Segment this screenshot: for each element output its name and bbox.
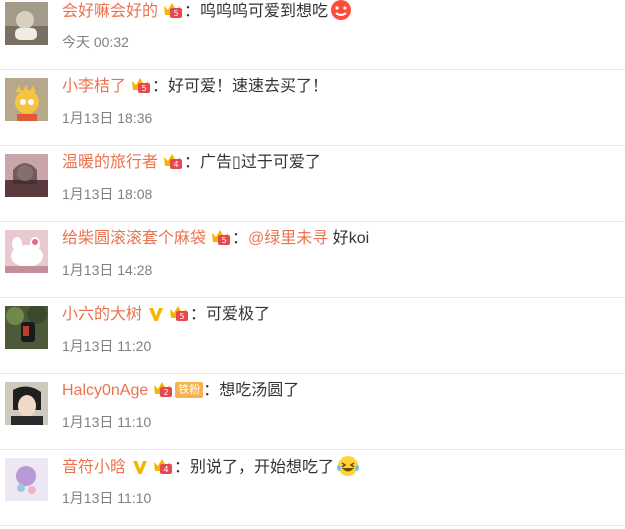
timestamp: 1月13日 18:36 [62,110,153,126]
comment-item: 会好嘛会好的 5 ：呜呜呜可爱到想吃 今天 00:32 [0,0,625,70]
comment-text: 别说了，开始想吃了 [190,459,335,476]
username[interactable]: 会好嘛会好的 [62,3,158,20]
verified-v-icon [132,459,148,483]
crown-badge-icon: 5 [162,0,184,28]
verified-v-icon [148,306,164,330]
comment-text: 好koi [328,230,370,247]
comment-text: 可爱极了 [206,306,271,323]
colon: ： [184,3,201,20]
svg-text:2: 2 [164,388,169,397]
colon: ： [190,306,207,323]
fan-badge: 铁粉 [175,382,204,398]
username[interactable]: 音符小晗 [62,459,126,476]
timestamp: 1月13日 11:10 [62,490,152,506]
comment-item: 温暖的旅行者 4 ：广告▯过于可爱了 1月13日 18:08 [0,146,625,222]
comment-item: 给柴圆滚滚套个麻袋 5 ：@绿里未寻 好koi 1月13日 14:28 [0,222,625,298]
username[interactable]: Halcy0nAge [62,382,148,399]
svg-text:5: 5 [173,9,178,18]
svg-text:4: 4 [173,160,178,169]
comment-text: 广告▯过于可爱了 [200,154,321,171]
crown-badge-icon: 5 [130,75,152,103]
colon: ： [184,154,201,171]
timestamp: 1月13日 18:08 [62,186,153,202]
comment-item: 小李桔了 5 ：好可爱！速速去买了！ 1月13日 18:36 [0,70,625,146]
comment-text: 好可爱！速速去买了！ [168,78,329,95]
username[interactable]: 给柴圆滚滚套个麻袋 [62,230,206,247]
comment-text: 想吃汤圆了 [219,382,300,399]
timestamp: 1月13日 11:10 [62,414,152,430]
timestamp: 今天 00:32 [62,34,129,50]
svg-text:5: 5 [221,236,226,245]
crown-badge-icon: 4 [162,151,184,179]
crown-badge-icon: 4 [152,456,174,484]
svg-text:5: 5 [179,312,184,321]
colon: ： [203,382,220,399]
comment-item: 小六的大树 5 ：可爱极了 1月13日 11:20 [0,298,625,374]
face-emoji-red [330,0,352,29]
avatar[interactable] [5,306,48,349]
avatar[interactable] [5,230,48,273]
timestamp: 1月13日 11:20 [62,338,152,354]
crown-badge-icon: 5 [210,227,232,255]
colon: ： [232,230,249,247]
comment-item: Halcy0nAge 2 铁粉 ：想吃汤圆了 1月13日 11:10 [0,374,625,450]
avatar[interactable] [5,78,48,121]
timestamp: 1月13日 14:28 [62,262,153,278]
crown-badge-icon: 2 [152,379,174,407]
username[interactable]: 小李桔了 [62,78,126,95]
username[interactable]: 小六的大树 [62,306,142,323]
mention-link[interactable]: @绿里未寻 [248,230,328,247]
avatar[interactable] [5,458,48,501]
svg-text:5: 5 [141,84,146,93]
avatar[interactable] [5,154,48,197]
divider [0,525,625,526]
svg-text:4: 4 [163,465,168,474]
colon: ： [152,78,169,95]
username[interactable]: 温暖的旅行者 [62,154,158,171]
colon: ： [174,459,191,476]
laughing-tears-emoji [336,455,360,485]
crown-badge-icon: 5 [168,303,190,331]
comment-list: 会好嘛会好的 5 ：呜呜呜可爱到想吃 今天 00:32 小李桔了 5 ：好可爱！… [0,0,625,529]
avatar[interactable] [5,2,48,45]
comment-item: 音符小晗 4 ：别说了，开始想吃了 1月13日 11:10 [0,450,625,526]
comment-text: 呜呜呜可爱到想吃 [200,3,329,20]
avatar[interactable] [5,382,48,425]
